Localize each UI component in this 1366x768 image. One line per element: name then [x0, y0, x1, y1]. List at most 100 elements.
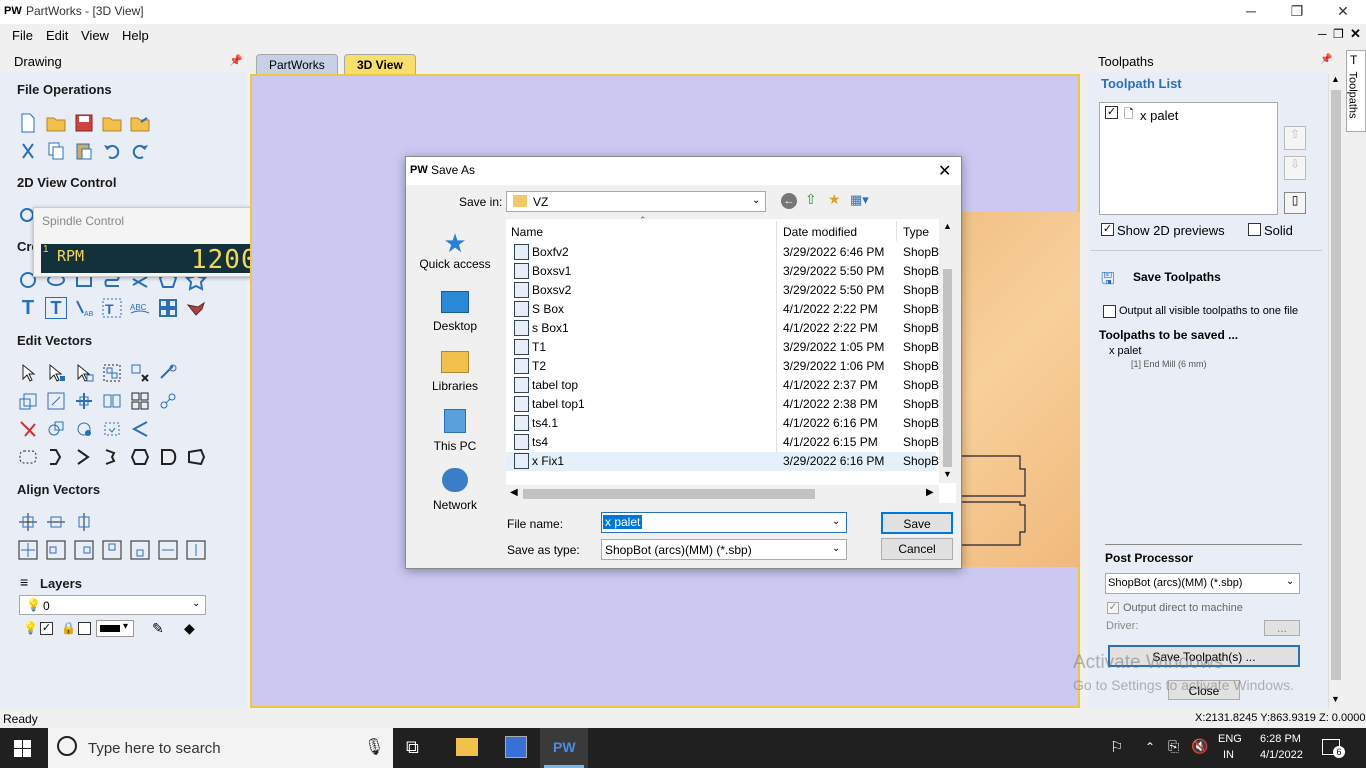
- toolpath-item-label[interactable]: x palet: [1140, 108, 1178, 123]
- fillet-icon[interactable]: [45, 446, 67, 468]
- mirror-icon[interactable]: [101, 390, 123, 412]
- mdi-close-icon[interactable]: ✕: [1350, 26, 1361, 42]
- curve-icon[interactable]: [157, 446, 179, 468]
- ungroup-icon[interactable]: [129, 362, 151, 384]
- menu-help[interactable]: Help: [122, 28, 149, 43]
- right-scrollbar[interactable]: ▲ ▼: [1328, 74, 1342, 708]
- import-icon[interactable]: [101, 112, 123, 134]
- export-icon[interactable]: [129, 112, 151, 134]
- new-folder-icon[interactable]: ★: [828, 191, 841, 208]
- angle-icon[interactable]: [129, 418, 151, 440]
- bird-shape-icon[interactable]: [185, 297, 207, 319]
- open-folder-icon[interactable]: [45, 112, 67, 134]
- cancel-button[interactable]: Cancel: [881, 538, 953, 560]
- place-desktop[interactable]: Desktop: [415, 291, 495, 333]
- file-name-input[interactable]: x palet ⌄: [601, 512, 847, 533]
- align-all-icon[interactable]: [17, 539, 39, 561]
- align-center-icon[interactable]: [17, 511, 39, 533]
- minimize-button[interactable]: ─: [1228, 2, 1274, 22]
- align-bottom-icon[interactable]: [129, 539, 151, 561]
- select-icon[interactable]: [17, 362, 39, 384]
- file-list[interactable]: ⌃ Name Date modified Type Boxfv2 3/29/202…: [506, 215, 956, 503]
- node-edit-icon[interactable]: [45, 362, 67, 384]
- column-name[interactable]: Name: [511, 225, 543, 239]
- align-left-icon[interactable]: [45, 539, 67, 561]
- task-view-icon[interactable]: ⧉: [406, 737, 419, 758]
- move-up-button[interactable]: ⇧: [1284, 126, 1306, 150]
- line-style-select[interactable]: ▾: [96, 620, 134, 637]
- menu-file[interactable]: File: [12, 28, 33, 43]
- place-this-pc[interactable]: This PC: [415, 409, 495, 453]
- clock-date[interactable]: 4/1/2022: [1260, 749, 1303, 761]
- move-icon[interactable]: [73, 390, 95, 412]
- file-list-hscrollbar[interactable]: ◀ ▶: [506, 485, 939, 503]
- pin-icon[interactable]: 📌: [229, 54, 243, 67]
- language-code[interactable]: ENG: [1218, 733, 1242, 745]
- post-processor-select[interactable]: ShopBot (arcs)(MM) (*.sbp) ⌄: [1105, 573, 1300, 594]
- file-row[interactable]: tabel top 4/1/2022 2:37 PM ShopB: [506, 376, 939, 395]
- pin-icon[interactable]: 📌: [1320, 54, 1332, 65]
- cut-icon[interactable]: [17, 140, 39, 162]
- view-menu-icon[interactable]: ▦▾: [850, 192, 869, 208]
- file-row[interactable]: T1 3/29/2022 1:05 PM ShopB: [506, 338, 939, 357]
- align-hcenter-icon[interactable]: [45, 511, 67, 533]
- file-row[interactable]: tabel top1 4/1/2022 2:38 PM ShopB: [506, 395, 939, 414]
- weld-icon[interactable]: [45, 418, 67, 440]
- redo-icon[interactable]: [129, 140, 151, 162]
- layer-manager-icon[interactable]: ✎: [152, 620, 164, 637]
- undo-icon[interactable]: [101, 140, 123, 162]
- tray-chevron-icon[interactable]: ⌃: [1145, 740, 1155, 754]
- move-down-button[interactable]: ⇩: [1284, 156, 1306, 180]
- people-icon[interactable]: ⚐: [1110, 738, 1123, 756]
- qr-grid-icon[interactable]: [157, 297, 179, 319]
- text-box-tool-icon[interactable]: T: [45, 297, 67, 319]
- file-explorer-icon[interactable]: [456, 738, 478, 756]
- array-copy-icon[interactable]: [129, 390, 151, 412]
- group-icon[interactable]: [101, 362, 123, 384]
- tab-partworks[interactable]: PartWorks: [256, 54, 338, 74]
- size-icon[interactable]: [45, 390, 67, 412]
- toolpath-list[interactable]: ✓ 🗋 x palet: [1099, 102, 1278, 215]
- clock-time[interactable]: 6:28 PM: [1260, 733, 1301, 745]
- partworks-taskbar-button[interactable]: PW: [540, 728, 588, 768]
- file-row[interactable]: Boxsv2 3/29/2022 5:50 PM ShopB: [506, 281, 939, 300]
- layer-stack-icon[interactable]: ◆: [184, 620, 195, 637]
- show-previews-checkbox[interactable]: ✓: [1101, 223, 1114, 236]
- restore-button[interactable]: ❐: [1274, 2, 1320, 22]
- menu-view[interactable]: View: [81, 28, 109, 43]
- trim-icon[interactable]: [17, 418, 39, 440]
- driver-browse-button[interactable]: ...: [1264, 620, 1300, 636]
- offset-icon[interactable]: [129, 446, 151, 468]
- measure-icon[interactable]: [157, 362, 179, 384]
- scale-icon[interactable]: [17, 390, 39, 412]
- transform-icon[interactable]: [73, 362, 95, 384]
- distribute-v-icon[interactable]: [185, 539, 207, 561]
- file-row[interactable]: ts4 4/1/2022 6:15 PM ShopB: [506, 433, 939, 452]
- distribute-h-icon[interactable]: [157, 539, 179, 561]
- solid-checkbox[interactable]: [1248, 223, 1261, 236]
- file-row[interactable]: ts4.1 4/1/2022 6:16 PM ShopB: [506, 414, 939, 433]
- file-row[interactable]: Boxfv2 3/29/2022 6:46 PM ShopB: [506, 243, 939, 262]
- tab-3d-view[interactable]: 3D View: [344, 54, 416, 74]
- save-type-select[interactable]: ShopBot (arcs)(MM) (*.sbp) ⌄: [601, 539, 847, 560]
- subtract-icon[interactable]: [73, 418, 95, 440]
- mdi-minimize-icon[interactable]: ─: [1318, 27, 1327, 41]
- layer-color-swatch[interactable]: [78, 622, 91, 635]
- lock-icon[interactable]: 🔒: [61, 621, 76, 635]
- file-list-vscrollbar[interactable]: ▲ ▼: [939, 219, 956, 483]
- align-vcenter-icon[interactable]: [73, 511, 95, 533]
- chamfer-icon[interactable]: [73, 446, 95, 468]
- toolpath-checkbox[interactable]: ✓: [1105, 106, 1118, 119]
- output-direct-checkbox[interactable]: ✓: [1107, 602, 1119, 614]
- file-row[interactable]: Boxsv1 3/29/2022 5:50 PM ShopB: [506, 262, 939, 281]
- save-button[interactable]: Save: [881, 512, 953, 534]
- place-quick-access[interactable]: ★ Quick access: [415, 229, 495, 271]
- network-tray-icon[interactable]: ⎘: [1168, 738, 1179, 755]
- layer-checkbox[interactable]: ✓: [40, 622, 53, 635]
- place-network[interactable]: Network: [415, 468, 495, 512]
- toolpath-summary-button[interactable]: ▯: [1284, 192, 1306, 214]
- notification-icon[interactable]: 6: [1322, 739, 1345, 758]
- column-date[interactable]: Date modified: [783, 225, 857, 239]
- menu-edit[interactable]: Edit: [46, 28, 68, 43]
- file-row[interactable]: S Box 4/1/2022 2:22 PM ShopB: [506, 300, 939, 319]
